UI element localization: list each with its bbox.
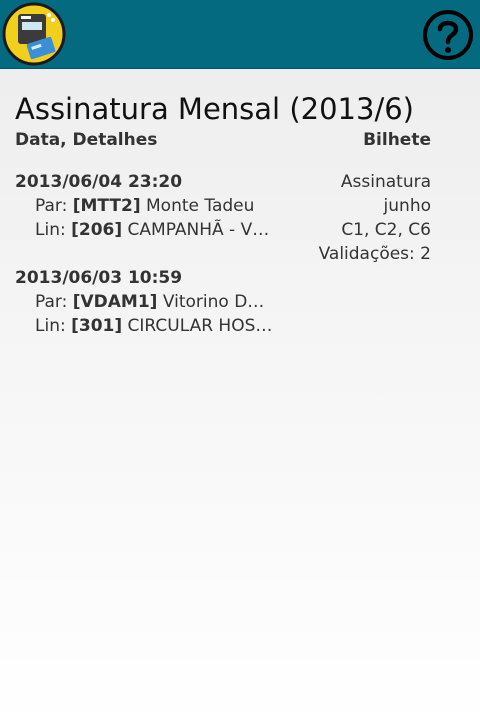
page-title: Assinatura Mensal (2013/6) bbox=[15, 92, 414, 126]
column-headers: Data, Detalhes Bilhete bbox=[15, 130, 431, 156]
history-content: Assinatura Mensal (2013/6) Data, Detalhe… bbox=[15, 68, 431, 338]
line-name: CAMPANHÃ - V… bbox=[127, 220, 270, 240]
line-code: [301] bbox=[71, 316, 123, 336]
entry-stop: Par: [VDAM1] Vitorino D… bbox=[15, 290, 295, 314]
entry-datetime: 2013/06/03 10:59 bbox=[15, 268, 183, 288]
ticket-info: Assinatura junho C1, C2, C6 Validações: … bbox=[319, 170, 431, 266]
line-label: Lin: bbox=[35, 316, 66, 336]
stop-code: [MTT2] bbox=[72, 196, 141, 216]
list-item[interactable]: 2013/06/03 10:59 Par: [VDAM1] Vitorino D… bbox=[15, 266, 431, 338]
list-item[interactable]: 2013/06/04 23:20 Par: [MTT2] Monte Tadeu… bbox=[15, 170, 431, 266]
column-header-date-details: Data, Detalhes bbox=[15, 130, 158, 150]
line-code: [206] bbox=[71, 220, 123, 240]
entry-datetime: 2013/06/04 23:20 bbox=[15, 172, 183, 192]
ticket-validations: Validações: 2 bbox=[318, 244, 431, 264]
entry-stop: Par: [MTT2] Monte Tadeu bbox=[15, 194, 295, 218]
stop-name: Monte Tadeu bbox=[146, 196, 255, 216]
andante-ticket-logo-icon[interactable] bbox=[2, 2, 66, 66]
stop-code: [VDAM1] bbox=[72, 292, 158, 312]
line-name: CIRCULAR HOS… bbox=[127, 316, 273, 336]
ticket-type: Assinatura bbox=[340, 172, 431, 192]
ticket-zones: C1, C2, C6 bbox=[341, 220, 431, 240]
ticket-month: junho bbox=[383, 196, 431, 216]
line-label: Lin: bbox=[35, 220, 66, 240]
stop-label: Par: bbox=[35, 196, 68, 216]
entry-line: Lin: [206] CAMPANHÃ - V… bbox=[15, 218, 295, 242]
column-header-ticket: Bilhete bbox=[363, 130, 431, 150]
help-question-icon[interactable] bbox=[422, 9, 474, 61]
stop-name: Vitorino D… bbox=[162, 292, 265, 312]
action-bar bbox=[0, 0, 480, 69]
entry-line: Lin: [301] CIRCULAR HOS… bbox=[15, 314, 295, 338]
stop-label: Par: bbox=[35, 292, 68, 312]
